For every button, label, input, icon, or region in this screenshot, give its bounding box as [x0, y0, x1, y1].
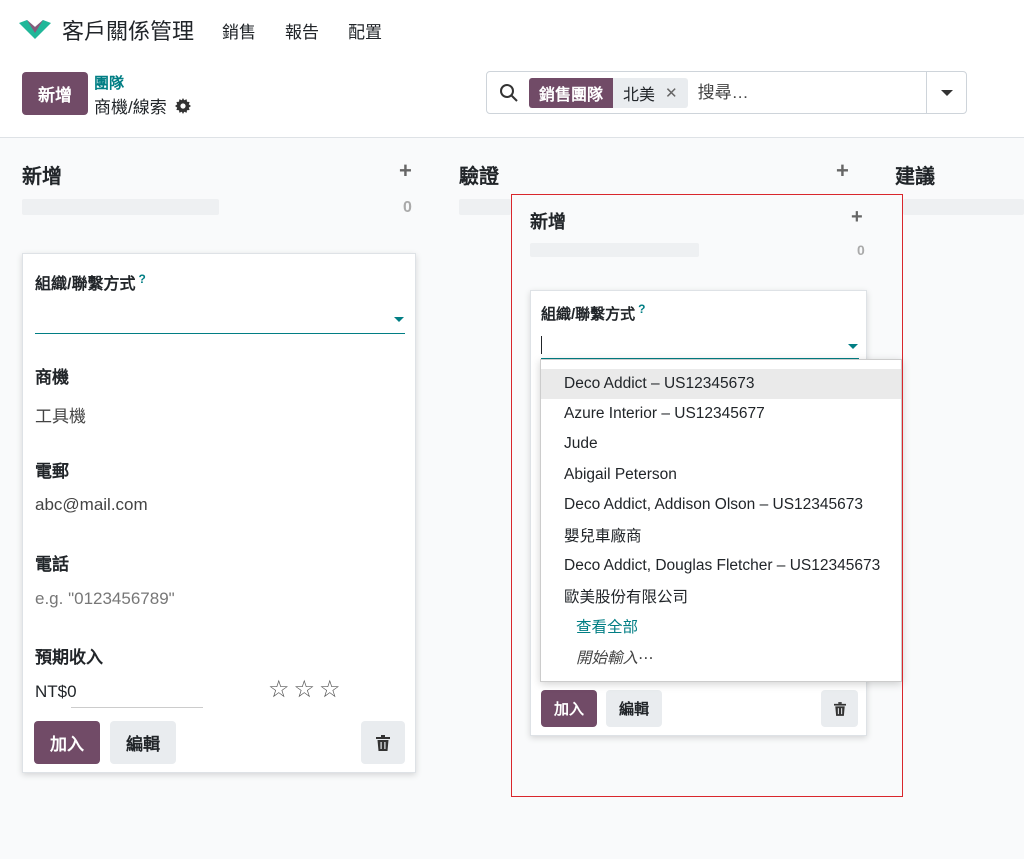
trash-icon[interactable]	[361, 721, 405, 764]
crm-logo-icon[interactable]	[18, 19, 52, 41]
new-button[interactable]: 新增	[22, 72, 88, 115]
trash-icon-glyph	[376, 734, 390, 751]
phone-label: 電話	[35, 555, 69, 574]
menu-configuration[interactable]: 配置	[348, 18, 382, 43]
dropdown-option[interactable]: Deco Addict – US12345673	[541, 369, 901, 399]
facet-label: 銷售團隊	[529, 77, 614, 108]
quick-create-card: 組織/聯繫方式? 商機 工具機 電郵 abc@mail.com 電話 e.g. …	[22, 253, 416, 773]
view-all-link[interactable]: 查看全部	[541, 611, 901, 641]
expected-revenue-label: 預期收入	[35, 648, 103, 667]
close-icon[interactable]: ✕	[665, 84, 678, 102]
org-contact-input[interactable]	[35, 333, 405, 334]
add-button[interactable]: 加入	[541, 690, 597, 727]
dropdown-option[interactable]: Jude	[541, 429, 901, 459]
search-input[interactable]	[697, 82, 878, 103]
star-icon[interactable]: ☆	[319, 676, 345, 703]
column-progress-bar	[530, 243, 699, 257]
column-progress-bar	[22, 199, 219, 215]
star-icon[interactable]: ☆	[268, 676, 294, 703]
page-title-text: 商機/線索	[94, 98, 167, 117]
facet-value: 北美 ✕	[613, 77, 688, 108]
help-icon[interactable]: ?	[138, 272, 145, 286]
add-button[interactable]: 加入	[34, 721, 100, 764]
search-options-toggle[interactable]	[926, 72, 966, 113]
org-contact-label-text: 組織/聯繫方式	[35, 276, 136, 293]
column-count: 0	[403, 199, 412, 216]
priority-stars[interactable]: ☆☆☆	[268, 675, 345, 704]
email-label: 電郵	[35, 462, 69, 481]
star-icon[interactable]: ☆	[294, 676, 320, 703]
column-title-qualified[interactable]: 驗證	[459, 160, 499, 189]
column-progress-bar	[459, 199, 511, 215]
add-column-card-icon[interactable]: +	[851, 206, 863, 229]
email-input[interactable]: abc@mail.com	[35, 495, 148, 515]
column-count: 0	[857, 242, 865, 258]
revenue-underline	[71, 707, 203, 708]
dropdown-option[interactable]: 嬰兒車廠商	[541, 520, 901, 550]
dropdown-option[interactable]: Deco Addict, Douglas Fletcher – US123456…	[541, 551, 901, 581]
add-column-card-icon[interactable]: +	[399, 158, 412, 184]
inner-column-title[interactable]: 新增	[530, 208, 566, 234]
menu-sales[interactable]: 銷售	[222, 18, 256, 43]
top-navbar: 客戶關係管理 銷售 報告 配置	[0, 0, 1024, 60]
search-facet-sales-team: 銷售團隊 北美 ✕	[529, 77, 688, 108]
dropdown-option[interactable]: Abigail Peterson	[541, 460, 901, 490]
page-title: 商機/線索	[94, 93, 191, 118]
add-column-card-icon[interactable]: +	[836, 158, 849, 184]
org-contact-label-text: 組織/聯繫方式	[541, 306, 636, 323]
column-progress-bar	[903, 199, 1024, 215]
search-icon	[500, 83, 518, 102]
edit-button[interactable]: 編輯	[606, 690, 662, 727]
gear-icon[interactable]	[174, 97, 191, 114]
opportunity-input[interactable]: 工具機	[35, 402, 86, 427]
edit-button[interactable]: 編輯	[110, 721, 176, 764]
dropdown-caret-icon[interactable]	[848, 344, 858, 349]
caret-down-icon	[940, 89, 953, 96]
dropdown-option[interactable]: Deco Addict, Addison Olson – US12345673	[541, 490, 901, 520]
trash-icon[interactable]	[821, 690, 858, 727]
facet-value-text: 北美	[623, 86, 656, 104]
org-contact-label: 組織/聯繫方式?	[35, 270, 146, 294]
expected-revenue-input[interactable]: NT$0	[35, 682, 77, 702]
search-bar[interactable]: 銷售團隊 北美 ✕	[486, 71, 967, 114]
column-title-proposition[interactable]: 建議	[895, 160, 935, 189]
control-panel: 新增 團隊 商機/線索 銷售團隊 北美 ✕	[0, 60, 1024, 138]
start-typing-hint: 開始輸入⋯	[576, 650, 654, 667]
dropdown-option[interactable]: Azure Interior – US12345677	[541, 399, 901, 429]
org-contact-label: 組織/聯繫方式?	[541, 302, 646, 324]
phone-input[interactable]: e.g. "0123456789"	[35, 589, 175, 609]
autocomplete-dropdown: Deco Addict – US12345673 Azure Interior …	[540, 359, 902, 682]
trash-icon-glyph	[833, 701, 846, 716]
text-cursor	[541, 336, 542, 354]
menu-reporting[interactable]: 報告	[285, 18, 319, 43]
app-title[interactable]: 客戶關係管理	[62, 14, 194, 46]
opportunity-label: 商機	[35, 368, 69, 387]
dropdown-option[interactable]: 歐美股份有限公司	[541, 581, 901, 611]
dropdown-caret-icon[interactable]	[394, 317, 404, 322]
breadcrumb-teams[interactable]: 團隊	[94, 72, 124, 93]
help-icon[interactable]: ?	[638, 302, 645, 316]
column-title-new[interactable]: 新增	[22, 160, 62, 189]
